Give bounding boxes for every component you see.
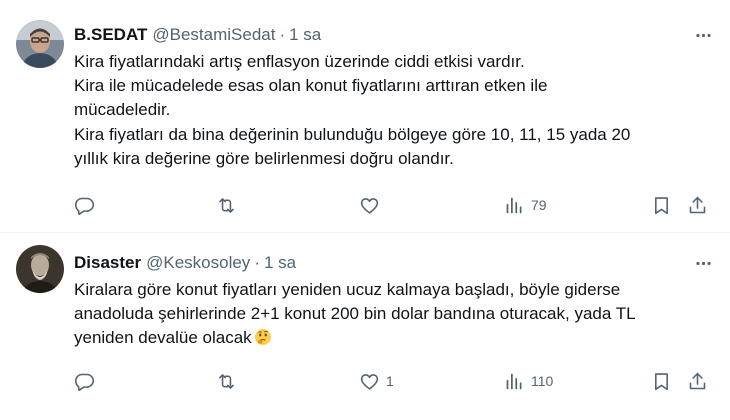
tweet-2[interactable]: Disaster @Keskosoley · 1 sa Kiralara gör…	[0, 234, 730, 420]
like-button[interactable]	[359, 192, 386, 218]
views-bar-chart-icon	[506, 373, 522, 389]
display-name[interactable]: Disaster	[74, 253, 141, 273]
tweet-header: Disaster @Keskosoley · 1 sa	[74, 252, 296, 274]
user-handle[interactable]: @Keskosoley	[146, 253, 250, 273]
views-button[interactable]: 79	[504, 192, 547, 218]
share-upload-icon	[689, 196, 706, 213]
tweet-text: Kiralara göre konut fiyatları yeniden uc…	[74, 278, 714, 351]
tweet-text-fragment: yeniden devalüe olacak	[74, 328, 252, 348]
user-handle[interactable]: @BestamiSedat	[152, 25, 275, 45]
tweet-text-line: Kira ile mücadelede esas olan konut fiya…	[74, 76, 548, 96]
tweet-text-line: anadoluda şehirlerinde 2+1 konut 200 bin…	[74, 304, 636, 324]
profile-photo-icon	[16, 20, 64, 68]
tweet-actions: 1 110	[70, 368, 720, 394]
avatar[interactable]	[16, 245, 64, 293]
reply-bubble-icon	[74, 373, 95, 391]
tweet-actions: 79	[70, 192, 720, 218]
views-count: 110	[531, 373, 554, 389]
timestamp[interactable]: 1 sa	[289, 25, 321, 45]
separator-dot: ·	[279, 25, 286, 44]
views-count: 79	[531, 197, 547, 213]
bookmark-icon	[655, 196, 668, 214]
share-button[interactable]	[687, 192, 708, 218]
tweet-text-line: Kiralara göre konut fiyatları yeniden uc…	[74, 280, 621, 299]
bookmark-icon	[655, 372, 668, 390]
retweet-icon	[219, 373, 234, 389]
tweet-1[interactable]: B.SEDAT @BestamiSedat · 1 sa Kira fiyatl…	[0, 0, 730, 233]
tweet-text-line: Kira fiyatları da bina değerinin bulundu…	[74, 124, 631, 144]
like-button[interactable]: 1	[359, 368, 394, 394]
tweet-text-line: yeniden devalüe olacak	[74, 326, 714, 350]
timestamp[interactable]: 1 sa	[264, 253, 296, 273]
tweet-header: B.SEDAT @BestamiSedat · 1 sa	[74, 24, 321, 46]
views-bar-chart-icon	[506, 197, 522, 213]
retweet-icon	[219, 197, 234, 213]
tweet-text-line: mücadeledir.	[74, 100, 171, 120]
retweet-button[interactable]	[216, 368, 243, 394]
reply-button[interactable]	[74, 368, 101, 394]
views-button[interactable]: 110	[504, 368, 553, 394]
separator-dot: ·	[254, 253, 260, 272]
share-button[interactable]	[687, 368, 708, 394]
display-name[interactable]: B.SEDAT	[74, 25, 147, 45]
profile-photo-icon	[16, 245, 64, 293]
like-count: 1	[386, 373, 394, 389]
reply-bubble-icon	[74, 197, 95, 215]
retweet-button[interactable]	[216, 192, 243, 218]
tweet-text: Kira fiyatlarındaki artış enflasyon üzer…	[74, 50, 714, 171]
heart-icon	[360, 373, 379, 390]
thinking-face-icon	[254, 329, 271, 346]
bookmark-button[interactable]	[651, 368, 672, 394]
heart-icon	[360, 197, 379, 214]
tweet-text-line: Kira fiyatlarındaki artış enflasyon üzer…	[74, 52, 525, 71]
more-icon[interactable]	[692, 252, 714, 274]
bookmark-button[interactable]	[651, 192, 672, 218]
reply-button[interactable]	[74, 192, 101, 218]
avatar[interactable]	[16, 20, 64, 68]
share-upload-icon	[689, 372, 706, 389]
more-icon[interactable]	[692, 24, 714, 46]
tweet-text-line: yıllık kira değerine göre belirlenmesi d…	[74, 148, 454, 168]
